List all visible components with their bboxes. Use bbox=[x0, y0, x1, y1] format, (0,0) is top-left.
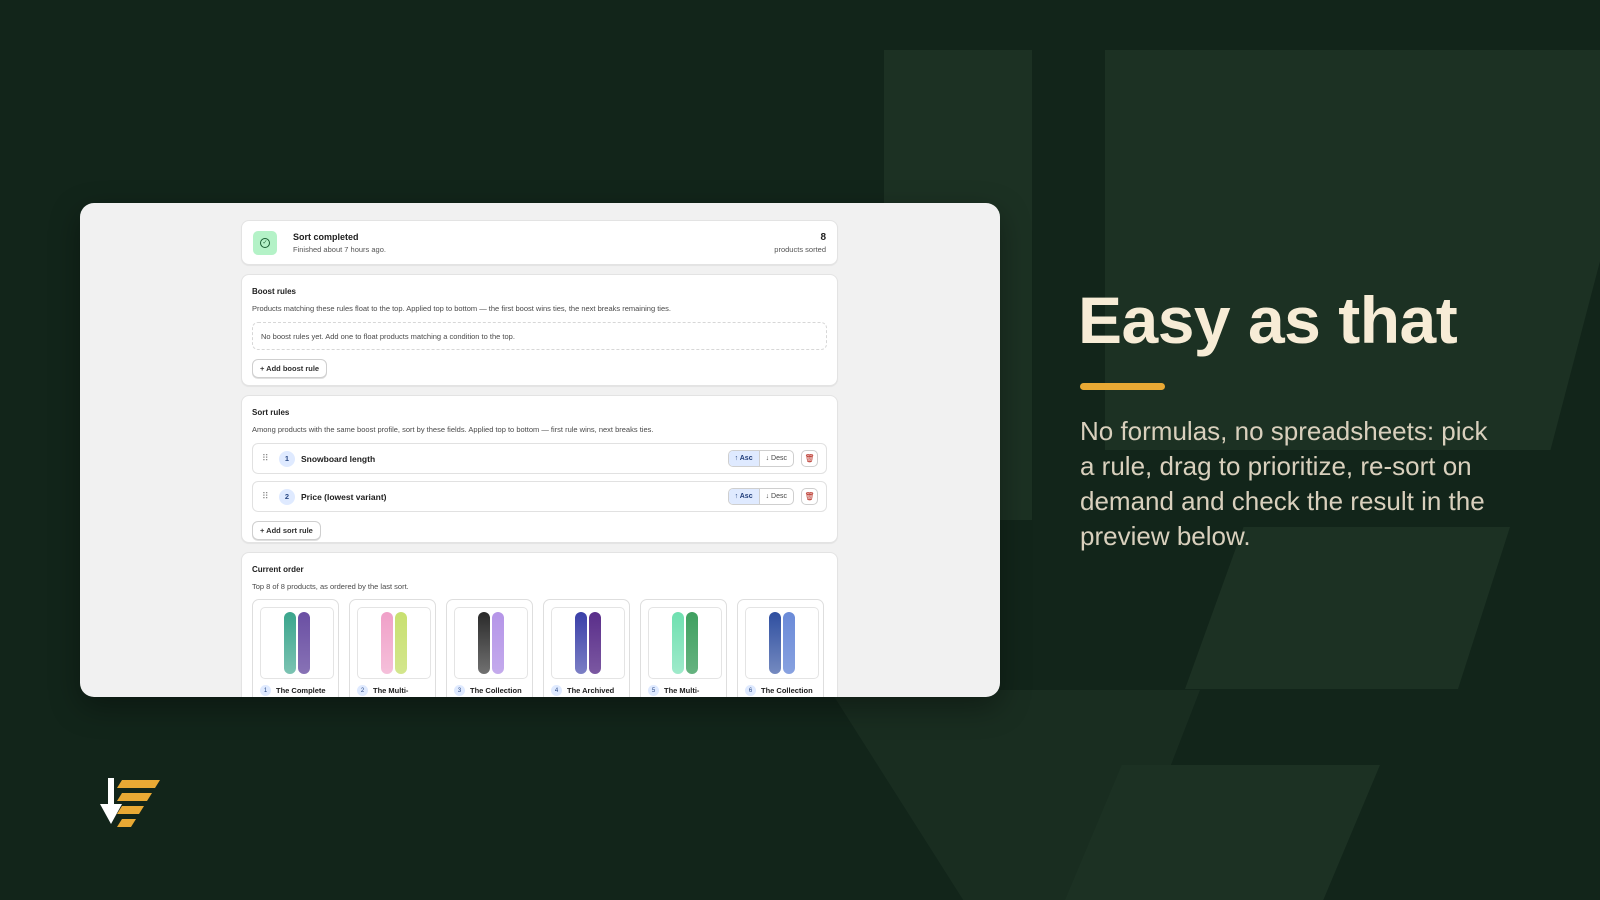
snowboard-image bbox=[478, 612, 490, 674]
product-position: 5 bbox=[648, 685, 659, 696]
product-name: The Multi- bbox=[664, 686, 700, 695]
product-position: 1 bbox=[260, 685, 271, 696]
asc-button[interactable]: ↑ Asc bbox=[728, 489, 760, 504]
add-boost-rule-button[interactable]: + Add boost rule bbox=[252, 359, 328, 378]
product-card[interactable]: 3 The Collection bbox=[446, 599, 533, 697]
status-subtitle: Finished about 7 hours ago. bbox=[293, 244, 386, 254]
rule-label: Snowboard length bbox=[301, 453, 376, 464]
product-position: 6 bbox=[745, 685, 756, 696]
headline: Easy as that bbox=[1078, 283, 1458, 357]
sorted-count-label: products sorted bbox=[774, 244, 826, 254]
current-order-title: Current order bbox=[252, 565, 304, 574]
product-card[interactable]: 2 The Multi- bbox=[349, 599, 436, 697]
product-position: 4 bbox=[551, 685, 562, 696]
main-content: ✓ Sort completed Finished about 7 hours … bbox=[241, 220, 838, 697]
rule-number: 1 bbox=[279, 450, 295, 467]
product-card[interactable]: 6 The Collection bbox=[737, 599, 824, 697]
snowboard-image bbox=[575, 612, 587, 674]
asc-button[interactable]: ↑ Asc bbox=[728, 451, 760, 466]
product-image bbox=[648, 607, 722, 679]
add-sort-rule-button[interactable]: + Add sort rule bbox=[252, 521, 321, 540]
snowboard-image bbox=[395, 612, 407, 674]
current-order-description: Top 8 of 8 products, as ordered by the l… bbox=[252, 582, 409, 591]
product-image bbox=[357, 607, 431, 679]
product-name: The Multi- bbox=[373, 686, 409, 695]
product-name: The Archived bbox=[567, 686, 615, 695]
snowboard-image bbox=[686, 612, 698, 674]
sorted-count: 8 bbox=[820, 231, 826, 243]
sort-status-card: ✓ Sort completed Finished about 7 hours … bbox=[241, 220, 838, 265]
product-position: 2 bbox=[357, 685, 368, 696]
rule-number: 2 bbox=[279, 488, 295, 505]
product-card[interactable]: 5 The Multi- bbox=[640, 599, 727, 697]
sort-rule-row[interactable]: ⠿ 1 Snowboard length ↑ Asc ↓ Desc 🗑 bbox=[252, 443, 827, 474]
sort-direction-toggle: ↑ Asc ↓ Desc bbox=[727, 488, 794, 505]
product-image bbox=[454, 607, 528, 679]
snowboard-image bbox=[381, 612, 393, 674]
app-window: ✓ Sort completed Finished about 7 hours … bbox=[80, 203, 1000, 697]
product-name: The Complete bbox=[276, 686, 326, 695]
snowboard-image bbox=[298, 612, 310, 674]
product-position: 3 bbox=[454, 685, 465, 696]
snowboard-image bbox=[783, 612, 795, 674]
boost-rules-description: Products matching these rules float to t… bbox=[252, 304, 671, 313]
sort-down-logo-icon bbox=[100, 778, 160, 827]
background-shape bbox=[1105, 50, 1600, 214]
sort-rules-description: Among products with the same boost profi… bbox=[252, 425, 654, 434]
snowboard-image bbox=[589, 612, 601, 674]
product-card[interactable]: 1 The Complete bbox=[252, 599, 339, 697]
product-grid: 1 The Complete 2 The Multi- 3 The Collection 4… bbox=[252, 599, 827, 697]
delete-rule-button[interactable]: 🗑 bbox=[801, 488, 818, 505]
boost-rules-card: Boost rules Products matching these rule… bbox=[241, 274, 838, 386]
boost-rules-title: Boost rules bbox=[252, 287, 297, 296]
boost-rules-empty-state: No boost rules yet. Add one to float pro… bbox=[252, 322, 827, 350]
product-image bbox=[745, 607, 819, 679]
snowboard-image bbox=[492, 612, 504, 674]
sort-rules-card: Sort rules Among products with the same … bbox=[241, 395, 838, 543]
trash-icon: 🗑 bbox=[804, 454, 815, 463]
status-title: Sort completed bbox=[293, 231, 359, 242]
sort-rules-title: Sort rules bbox=[252, 408, 290, 417]
desc-button[interactable]: ↓ Desc bbox=[760, 451, 793, 466]
rule-label: Price (lowest variant) bbox=[301, 491, 387, 502]
drag-handle-icon[interactable]: ⠿ bbox=[262, 453, 276, 464]
sort-direction-toggle: ↑ Asc ↓ Desc bbox=[727, 450, 794, 467]
product-name: The Collection bbox=[761, 686, 813, 695]
trash-icon: 🗑 bbox=[804, 492, 815, 501]
desc-button[interactable]: ↓ Desc bbox=[760, 489, 793, 504]
delete-rule-button[interactable]: 🗑 bbox=[801, 450, 818, 467]
drag-handle-icon[interactable]: ⠿ bbox=[262, 491, 276, 502]
accent-bar bbox=[1080, 383, 1165, 390]
snowboard-image bbox=[284, 612, 296, 674]
product-name: The Collection bbox=[470, 686, 522, 695]
snowboard-image bbox=[672, 612, 684, 674]
product-image bbox=[260, 607, 334, 679]
product-card[interactable]: 4 The Archived bbox=[543, 599, 630, 697]
sort-rule-row[interactable]: ⠿ 2 Price (lowest variant) ↑ Asc ↓ Desc … bbox=[252, 481, 827, 512]
current-order-card: Current order Top 8 of 8 products, as or… bbox=[241, 552, 838, 697]
snowboard-image bbox=[769, 612, 781, 674]
subtext: No formulas, no spreadsheets: pick a rul… bbox=[1080, 416, 1488, 551]
check-circle-icon: ✓ bbox=[253, 230, 277, 255]
product-image bbox=[551, 607, 625, 679]
